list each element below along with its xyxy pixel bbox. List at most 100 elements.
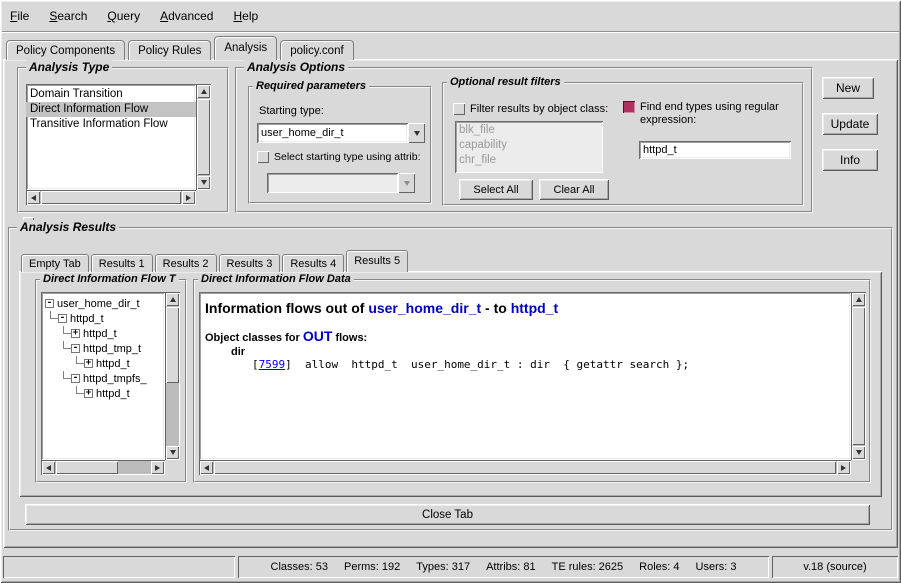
tree-item-httpd-t[interactable]: +httpd_t bbox=[41, 326, 165, 341]
info-button[interactable]: Info bbox=[822, 149, 878, 171]
status-empty-segment bbox=[3, 556, 235, 578]
regex-input[interactable] bbox=[639, 141, 791, 159]
results-tab-results-4[interactable]: Results 4 bbox=[282, 254, 344, 272]
expand-icon[interactable]: + bbox=[84, 359, 93, 368]
filter-class-checkbox-label: Filter results by object class: bbox=[470, 103, 608, 116]
select-all-button[interactable]: Select All bbox=[459, 179, 533, 200]
expand-icon[interactable]: + bbox=[84, 389, 93, 398]
tree-connector-line bbox=[77, 363, 84, 364]
new-button[interactable]: New bbox=[822, 77, 874, 99]
optional-filters-title: Optional result filters bbox=[447, 76, 564, 88]
results-tab-results-5[interactable]: Results 5 bbox=[346, 250, 408, 272]
scroll-right-icon[interactable] bbox=[837, 461, 850, 474]
tree-connector-line bbox=[64, 348, 71, 349]
menu-file[interactable]: File bbox=[4, 5, 35, 27]
results-tab-empty-tab[interactable]: Empty Tab bbox=[21, 254, 89, 272]
filter-class-checkbox-box[interactable] bbox=[453, 103, 465, 115]
attrib-combobox bbox=[267, 173, 415, 193]
data-vscrollbar[interactable] bbox=[851, 292, 866, 460]
tab-analysis[interactable]: Analysis bbox=[214, 36, 277, 60]
scroll-up-icon[interactable] bbox=[166, 293, 179, 306]
collapse-icon[interactable]: - bbox=[45, 299, 54, 308]
tree-item-label: httpd_t bbox=[67, 313, 104, 325]
tree-item-user-home-dir-t[interactable]: -user_home_dir_t bbox=[41, 296, 165, 311]
source-type: user_home_dir_t bbox=[368, 300, 481, 316]
optional-filters-frame: Optional result filters Filter results b… bbox=[442, 82, 804, 206]
analysis-type-vscrollbar[interactable] bbox=[196, 84, 211, 190]
scrollbar-thumb[interactable] bbox=[852, 307, 865, 445]
analysis-type-item-domain-transition[interactable]: Domain Transition bbox=[26, 87, 196, 102]
regex-checkbox-box[interactable] bbox=[623, 101, 635, 113]
tree-item-httpd-tmp-t[interactable]: -httpd_tmp_t bbox=[41, 341, 165, 356]
flow-tree[interactable]: -user_home_dir_t-httpd_t+httpd_t-httpd_t… bbox=[41, 292, 165, 460]
attrib-input bbox=[267, 173, 398, 193]
attrib-checkbox[interactable]: Select starting type using attrib: bbox=[257, 151, 429, 164]
tree-connector-line bbox=[64, 378, 71, 379]
results-tab-results-1[interactable]: Results 1 bbox=[91, 254, 153, 272]
rule-text: allow httpd_t user_home_dir_t : dir { ge… bbox=[292, 358, 689, 371]
required-parameters-title: Required parameters bbox=[253, 80, 369, 92]
menu-help[interactable]: Help bbox=[227, 5, 264, 27]
scroll-right-icon[interactable] bbox=[151, 461, 164, 474]
analysis-type-item-transitive-information-flow[interactable]: Transitive Information Flow bbox=[26, 117, 196, 132]
analysis-options-frame: Analysis Options Required parameters Sta… bbox=[235, 67, 813, 213]
analysis-options-title: Analysis Options bbox=[244, 60, 348, 74]
analysis-results-frame: Analysis Results Empty TabResults 1Resul… bbox=[8, 227, 893, 531]
scroll-right-icon[interactable] bbox=[182, 191, 195, 204]
results-tab-results-2[interactable]: Results 2 bbox=[155, 254, 217, 272]
menu-separator bbox=[2, 31, 899, 33]
tree-item-label: httpd_t bbox=[93, 388, 130, 400]
tree-vscrollbar[interactable] bbox=[165, 292, 180, 460]
tab-policy-components[interactable]: Policy Components bbox=[6, 40, 125, 60]
starting-type-combobox[interactable] bbox=[257, 123, 425, 143]
object-class-listbox: blk_filecapabilitychr_file bbox=[455, 121, 603, 173]
scrollbar-thumb[interactable] bbox=[56, 461, 118, 474]
tab-policy-rules[interactable]: Policy Rules bbox=[128, 40, 211, 60]
attrib-checkbox-box[interactable] bbox=[257, 151, 269, 163]
scrollbar-thumb[interactable] bbox=[166, 307, 179, 383]
scrollbar-thumb[interactable] bbox=[41, 191, 181, 204]
regex-checkbox[interactable]: Find end types using regular expression: bbox=[623, 101, 801, 127]
menu-query[interactable]: Query bbox=[101, 5, 146, 27]
menu-search[interactable]: Search bbox=[43, 5, 93, 27]
scroll-up-icon[interactable] bbox=[197, 85, 210, 98]
scroll-down-icon[interactable] bbox=[197, 176, 210, 189]
analysis-type-listbox[interactable]: Domain TransitionDirect Information Flow… bbox=[26, 84, 196, 190]
required-parameters-frame: Required parameters Starting type: Selec… bbox=[248, 86, 432, 204]
scroll-left-icon[interactable] bbox=[27, 191, 40, 204]
scrollbar-thumb[interactable] bbox=[197, 99, 210, 175]
scroll-down-icon[interactable] bbox=[166, 446, 179, 459]
flow-direction: OUT bbox=[303, 328, 333, 344]
tree-item-httpd-t[interactable]: +httpd_t bbox=[41, 356, 165, 371]
scroll-left-icon[interactable] bbox=[200, 461, 213, 474]
tree-item-httpd-t[interactable]: -httpd_t bbox=[41, 311, 165, 326]
expand-icon[interactable]: + bbox=[71, 329, 80, 338]
tree-item-httpd-t[interactable]: +httpd_t bbox=[41, 386, 165, 401]
rule-id-link[interactable]: 7599 bbox=[259, 358, 286, 371]
analysis-type-item-direct-information-flow[interactable]: Direct Information Flow bbox=[26, 102, 196, 117]
analysis-type-hscrollbar[interactable] bbox=[26, 190, 196, 205]
chevron-down-icon[interactable] bbox=[408, 123, 425, 143]
starting-type-input[interactable] bbox=[257, 123, 408, 143]
tree-item-label: httpd_t bbox=[93, 358, 130, 370]
clear-all-button[interactable]: Clear All bbox=[539, 179, 609, 200]
scroll-up-icon[interactable] bbox=[852, 293, 865, 306]
menu-advanced[interactable]: Advanced bbox=[154, 5, 219, 27]
status-stats-segment: Classes: 53Perms: 192Types: 317Attribs: … bbox=[238, 556, 769, 578]
scrollbar-thumb[interactable] bbox=[214, 461, 836, 474]
scroll-left-icon[interactable] bbox=[42, 461, 55, 474]
filter-class-checkbox[interactable]: Filter results by object class: bbox=[453, 103, 623, 116]
results-tab-results-3[interactable]: Results 3 bbox=[219, 254, 281, 272]
collapse-icon[interactable]: - bbox=[71, 344, 80, 353]
tab-policy-conf[interactable]: policy.conf bbox=[280, 40, 353, 60]
data-hscrollbar[interactable] bbox=[199, 460, 851, 475]
flow-data-textarea[interactable]: Information flows out of user_home_dir_t… bbox=[199, 292, 851, 460]
object-classes-heading: Object classes for OUT flows: bbox=[205, 328, 845, 344]
collapse-icon[interactable]: - bbox=[58, 314, 67, 323]
tree-hscrollbar[interactable] bbox=[41, 460, 165, 475]
collapse-icon[interactable]: - bbox=[71, 374, 80, 383]
close-tab-button[interactable]: Close Tab bbox=[25, 504, 870, 525]
tree-item-httpd-tmpfs[interactable]: -httpd_tmpfs_ bbox=[41, 371, 165, 386]
update-button[interactable]: Update bbox=[822, 113, 878, 135]
scroll-down-icon[interactable] bbox=[852, 446, 865, 459]
